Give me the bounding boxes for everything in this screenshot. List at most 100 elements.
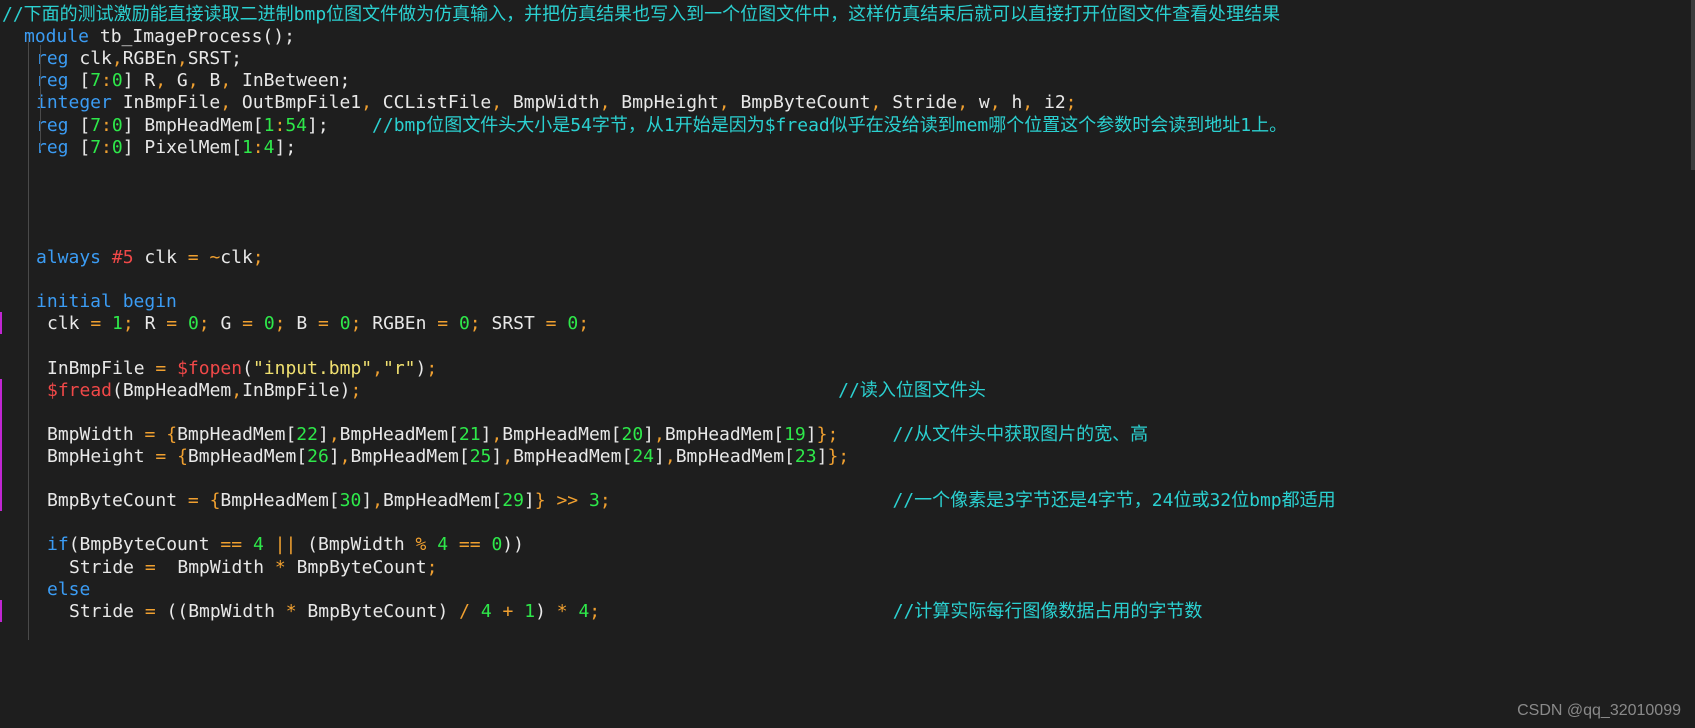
code-token-operator: ,: [989, 92, 1001, 114]
code-token-text: clk: [47, 313, 91, 335]
code-token-number: 22: [296, 423, 318, 445]
change-marker: [0, 422, 2, 445]
code-token-operator: };: [827, 446, 850, 467]
code-line[interactable]: BmpWidth = {BmpHeadMem[22],BmpHeadMem[21…: [47, 423, 1148, 447]
code-line[interactable]: reg [7:0] R, G, B, InBetween;: [36, 69, 350, 93]
code-token-text: BmpByteCount: [285, 556, 427, 578]
code-token-operator: ,: [372, 490, 384, 512]
code-line[interactable]: Stride = BmpWidth * BmpByteCount;: [69, 556, 438, 580]
code-line[interactable]: module tb_ImageProcess();: [24, 25, 295, 49]
code-token-operator: ;: [589, 600, 601, 622]
code-token-operator: =: [90, 313, 102, 335]
code-line[interactable]: always #5 clk = ~clk;: [36, 246, 264, 270]
code-token-text: ] R: [122, 70, 156, 92]
indent-guide: [28, 38, 29, 640]
code-token-number: 0: [491, 534, 503, 556]
code-line[interactable]: $fread(BmpHeadMem,InBmpFile); //读入位图文件头: [47, 379, 986, 403]
code-token-number: 1: [263, 114, 275, 136]
code-token-text: SRST: [480, 313, 546, 335]
code-token-operator: :: [101, 136, 112, 158]
code-token-operator: =: [318, 313, 329, 335]
code-token-comment: //从文件头中获取图片的宽、高: [892, 423, 1149, 445]
code-token-string: "r": [383, 357, 416, 379]
code-token-operator: =: [155, 446, 167, 467]
code-token-number: 0: [111, 70, 123, 92]
code-token-operator: *: [556, 600, 568, 622]
code-token-text: clk: [68, 48, 112, 70]
code-token-text: BmpHeadMem[: [339, 423, 459, 445]
code-token-number: 4: [252, 534, 264, 556]
code-token-keyword: if: [47, 534, 69, 556]
code-token-operator: ;: [599, 490, 611, 512]
code-token-text: ): [535, 600, 557, 622]
code-line[interactable]: BmpHeight = {BmpHeadMem[26],BmpHeadMem[2…: [47, 445, 849, 469]
code-line[interactable]: else: [47, 578, 90, 602]
code-token-number: 1: [112, 313, 123, 335]
code-token-number: 1: [524, 600, 536, 622]
code-token-text: BmpHeadMem[: [187, 446, 308, 467]
scrollbar-thumb[interactable]: [1691, 0, 1695, 170]
code-line[interactable]: Stride = ((BmpWidth * BmpByteCount) / 4 …: [69, 600, 1202, 624]
code-line[interactable]: //下面的测试激励能直接读取二进制bmp位图文件做为仿真输入，并把仿真结果也写入…: [2, 3, 1280, 27]
code-line[interactable]: BmpByteCount = {BmpHeadMem[30],BmpHeadMe…: [47, 489, 1336, 513]
code-token-text: BmpWidth: [155, 556, 275, 578]
code-line[interactable]: InBmpFile = $fopen("input.bmp","r");: [47, 357, 437, 381]
code-token-number: 0: [458, 313, 470, 335]
code-token-text: Stride: [881, 92, 958, 114]
change-marker: [0, 445, 2, 468]
code-token-number: 0: [263, 313, 275, 335]
code-token-operator: ==: [220, 534, 243, 556]
code-line[interactable]: if(BmpByteCount == 4 || (BmpWidth % 4 ==…: [47, 533, 524, 557]
code-token-number: 20: [621, 423, 644, 445]
code-token-operator: ,: [111, 48, 123, 70]
code-token-operator: ,: [1022, 92, 1034, 114]
code-token-operator: ;: [198, 313, 210, 335]
code-token-operator: ,: [654, 423, 665, 445]
code-token-number: 23: [794, 446, 817, 467]
code-token-text: BmpHeadMem[: [664, 423, 785, 445]
code-token-operator: {: [166, 423, 178, 445]
code-token-text: BmpByteCount: [729, 92, 871, 114]
change-marker: [0, 378, 2, 401]
code-token-text: ] BmpHeadMem[: [122, 114, 264, 136]
code-token-text: ]: [805, 423, 817, 445]
code-token-operator: ,: [339, 446, 351, 467]
code-token-text: ): [415, 357, 427, 379]
code-line[interactable]: reg [7:0] BmpHeadMem[1:54]; //bmp位图文件头大小…: [36, 114, 1287, 138]
code-token-number: 29: [502, 490, 524, 512]
code-token-number: 4: [437, 534, 449, 556]
code-token-text: ]: [328, 446, 340, 467]
code-token-text: (: [242, 357, 253, 379]
code-token-text: G: [166, 70, 188, 92]
code-line[interactable]: integer InBmpFile, OutBmpFile1, CCListFi…: [36, 91, 1077, 115]
code-token-operator: /: [459, 600, 470, 622]
code-token-text: InBetween;: [231, 70, 351, 92]
code-token-operator: ;: [578, 313, 590, 335]
code-token-system-task: $fread: [47, 379, 113, 401]
code-token-text: clk: [220, 247, 253, 269]
code-line[interactable]: reg clk,RGBEn,SRST;: [36, 47, 242, 71]
code-token-text: BmpByteCount): [296, 600, 460, 622]
code-token-comment: //下面的测试激励能直接读取二进制bmp位图文件做为仿真输入，并把仿真结果也写入…: [2, 4, 1281, 25]
code-token-number: 0: [567, 313, 579, 335]
code-token-operator: ;: [426, 357, 438, 379]
change-marker: [0, 489, 2, 512]
code-token-number: 54: [285, 114, 307, 136]
code-editor[interactable]: //下面的测试激励能直接读取二进制bmp位图文件做为仿真输入，并把仿真结果也写入…: [0, 0, 1695, 728]
code-token-text: B: [285, 313, 319, 335]
code-token-text: SRST;: [187, 48, 242, 70]
code-line[interactable]: clk = 1; R = 0; G = 0; B = 0; RGBEn = 0;…: [47, 312, 589, 336]
code-line[interactable]: reg [7:0] PixelMem[1:4];: [36, 136, 296, 160]
code-line[interactable]: initial begin: [36, 290, 177, 314]
code-token-text: [: [68, 70, 91, 92]
vertical-scrollbar[interactable]: [1689, 0, 1695, 728]
code-token-comment: //bmp位图文件头大小是54字节，从1开始是因为$fread似乎在没给读到me…: [372, 114, 1288, 136]
code-token-number: 24: [632, 446, 654, 467]
